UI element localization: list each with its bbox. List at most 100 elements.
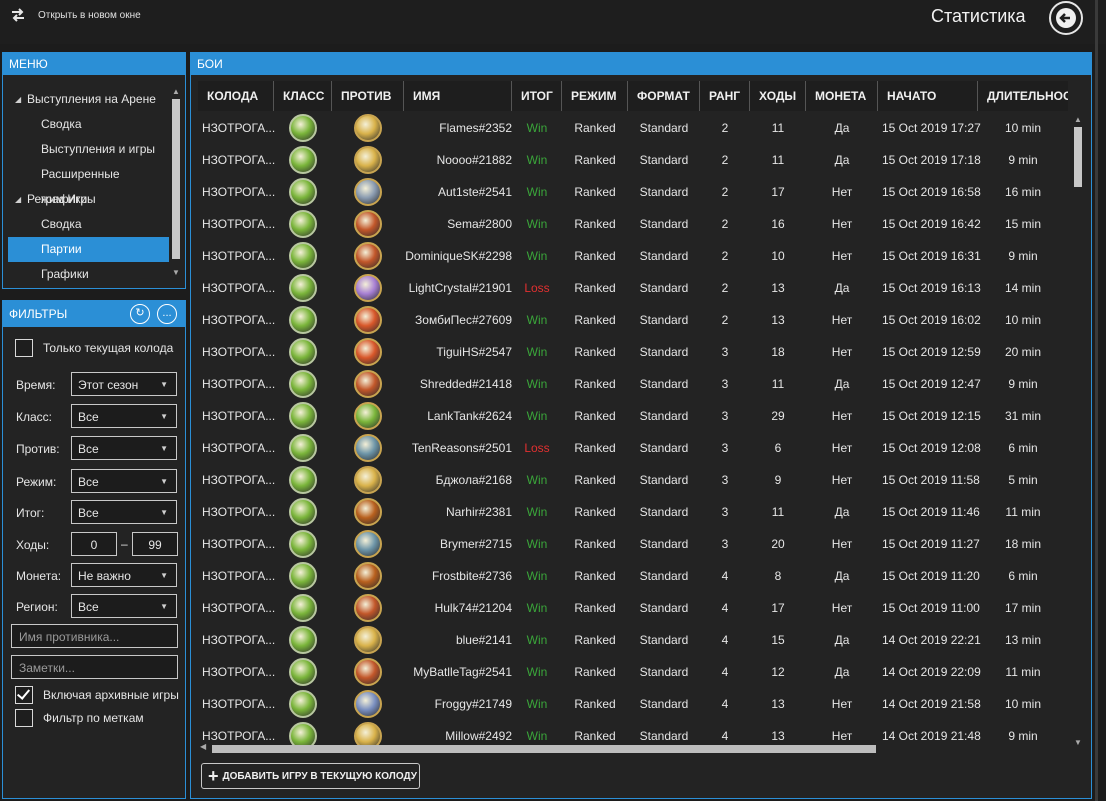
expand-triangle-icon[interactable]: ◢ [15, 87, 21, 112]
top-bar: Открыть в новом окне Статистика [0, 0, 1106, 44]
druid-class-icon [289, 562, 317, 590]
more-options-button[interactable]: ... [157, 304, 177, 324]
cell-name: Narhir#2381 [445, 505, 512, 519]
cell-started: 15 Oct 2019 17:18 [882, 153, 981, 167]
column-header[interactable]: ХОДЫ [750, 81, 806, 111]
column-header[interactable]: ПРОТИВ [332, 81, 404, 111]
swap-arrows-icon [12, 8, 24, 22]
table-vertical-scrollbar[interactable]: ▲ ▼ [1071, 115, 1085, 747]
cell-mode: Ranked [574, 153, 616, 167]
current-deck-only-checkbox[interactable]: Только текущая колода [15, 339, 173, 357]
cell-turns: 11 [771, 377, 785, 391]
checkbox-box[interactable] [15, 686, 33, 704]
menu-scrollbar[interactable]: ▲ ▼ [170, 87, 182, 277]
table-row[interactable]: НЗОТРОГА... LightCrystal#21901 Loss Ranked S… [198, 272, 1068, 304]
class-select[interactable]: Все ▼ [71, 404, 177, 428]
table-row[interactable]: НЗОТРОГА... ЗомбиПес#27609 Win Ranked Standa… [198, 304, 1068, 336]
menu-item-0[interactable]: ◢ Выступления на Арене [3, 87, 169, 112]
include-archived-checkbox[interactable]: Включая архивные игры [15, 686, 179, 704]
table-row[interactable]: НЗОТРОГА... LankTank#2624 Win Ranked Standar… [198, 400, 1068, 432]
column-header[interactable]: РЕЖИМ [562, 81, 628, 111]
column-header[interactable]: ФОРМАТ [628, 81, 700, 111]
menu-item-1[interactable]: Сводка [3, 112, 169, 137]
column-header[interactable]: ДЛИТЕЛЬНОСТ [978, 81, 1068, 111]
menu-item-3[interactable]: Расширенные графики [3, 162, 169, 206]
cell-coin: Да [834, 633, 850, 647]
menu-item-label: Сводка [41, 117, 82, 131]
scroll-left-icon[interactable]: ◀ [200, 742, 206, 751]
table-row[interactable]: НЗОТРОГА... Froggy#21749 Win Ranked Standard… [198, 688, 1068, 720]
add-game-button[interactable]: + ДОБАВИТЬ ИГРУ В ТЕКУЩУЮ КОЛОДУ [201, 763, 420, 789]
table-row[interactable]: НЗОТРОГА... Frostbite#2736 Win Ranked Standa… [198, 560, 1068, 592]
table-row[interactable]: НЗОТРОГА... blue#2141 Win Ranked Standard 4 15… [198, 624, 1068, 656]
column-header[interactable]: РАНГ [700, 81, 750, 111]
filters-panel: ФИЛЬТРЫ ↻ ... Только текущая колода Врем… [2, 300, 186, 799]
table-row[interactable]: НЗОТРОГА... Aut1ste#2541 Win Ranked Standard… [198, 176, 1068, 208]
cell-turns: 11 [771, 121, 785, 135]
table-row[interactable]: НЗОТРОГА... Shredded#21418 Win Ranked Standa… [198, 368, 1068, 400]
expand-triangle-icon[interactable]: ◢ [15, 187, 21, 212]
table-row[interactable]: НЗОТРОГА... Sema#2800 Win Ranked Standard 2 16… [198, 208, 1068, 240]
time-select[interactable]: Этот сезон ▼ [71, 372, 177, 396]
open-in-new-window-label: Открыть в новом окне [38, 9, 141, 21]
opponent-name-input[interactable]: Имя противника... [11, 624, 178, 648]
table-row[interactable]: НЗОТРОГА... DominiqueSK#2298 Win Ranked Stan… [198, 240, 1068, 272]
menu-item-7[interactable]: Графики [3, 262, 169, 287]
scroll-down-icon[interactable]: ▼ [1071, 738, 1085, 747]
table-row[interactable]: НЗОТРОГА... Flames#2352 Win Ranked Standard 2… [198, 112, 1068, 144]
coin-select[interactable]: Не важно ▼ [71, 563, 177, 587]
horizontal-scroll-thumb[interactable] [212, 745, 876, 753]
scroll-down-icon[interactable]: ▼ [170, 268, 182, 277]
table-row[interactable]: НЗОТРОГА... Brymer#2715 Win Ranked Standard 3… [198, 528, 1068, 560]
refresh-filters-button[interactable]: ↻ [130, 304, 150, 324]
menu-scroll-thumb[interactable] [172, 99, 180, 259]
column-header[interactable]: ИМЯ [404, 81, 512, 111]
opponent-select[interactable]: Все ▼ [71, 436, 177, 460]
table-horizontal-scrollbar[interactable]: ◀ [200, 742, 1066, 756]
checkbox-box[interactable] [15, 339, 33, 357]
scroll-up-icon[interactable]: ▲ [1071, 115, 1085, 124]
menu-item-6[interactable]: Партии [8, 237, 169, 262]
cell-result: Win [526, 249, 548, 263]
column-header[interactable]: ИТОГ [512, 81, 562, 111]
cell-turns: 18 [771, 345, 785, 359]
cell-duration: 13 min [1004, 633, 1042, 647]
menu-item-4[interactable]: ◢ Режим Игры [3, 187, 169, 212]
table-row[interactable]: НЗОТРОГА... TenReasons#2501 Loss Ranked Stan… [198, 432, 1068, 464]
chevron-down-icon: ▼ [160, 412, 168, 421]
cell-started: 15 Oct 2019 16:42 [882, 217, 981, 231]
cell-result: Loss [524, 281, 550, 295]
table-row[interactable]: НЗОТРОГА... Narhir#2381 Win Ranked Standard 3… [198, 496, 1068, 528]
cell-mode: Ranked [574, 249, 616, 263]
table-row[interactable]: НЗОТРОГА... MyBatlleTag#2541 Win Ranked Stan… [198, 656, 1068, 688]
shaman-class-icon [354, 690, 382, 718]
table-row[interactable]: НЗОТРОГА... Бджола#2168 Win Ranked Standard 3… [198, 464, 1068, 496]
table-row[interactable]: НЗОТРОГА... Noooo#21882 Win Ranked Standard 2… [198, 144, 1068, 176]
table-row[interactable]: НЗОТРОГА... TiguiHS#2547 Win Ranked Standard… [198, 336, 1068, 368]
column-header[interactable]: МОНЕТА [806, 81, 878, 111]
result-select[interactable]: Все ▼ [71, 500, 177, 524]
checkbox-box[interactable] [15, 709, 33, 727]
region-select[interactable]: Все ▼ [71, 594, 177, 618]
mode-select[interactable]: Все ▼ [71, 469, 177, 493]
column-header[interactable]: НАЧАТО [878, 81, 978, 111]
cell-deck: НЗОТРОГА... [202, 569, 276, 583]
cell-duration: 10 min [1004, 121, 1042, 135]
open-in-new-window-button[interactable]: Открыть в новом окне [10, 7, 141, 23]
table-row[interactable]: НЗОТРОГА... Hulk74#21204 Win Ranked Standard… [198, 592, 1068, 624]
notes-input[interactable]: Заметки... [11, 655, 178, 679]
vertical-scroll-thumb[interactable] [1074, 127, 1082, 187]
turns-to-input[interactable]: 99 [132, 532, 178, 556]
filter-by-tags-checkbox[interactable]: Фильтр по меткам [15, 709, 144, 727]
cell-duration: 15 min [1004, 217, 1042, 231]
menu-item-5[interactable]: Сводка [3, 212, 169, 237]
column-header[interactable]: КОЛОДА [198, 81, 274, 111]
turns-from-input[interactable]: 0 [71, 532, 117, 556]
cell-mode: Ranked [574, 505, 616, 519]
menu-item-2[interactable]: Выступления и игры [3, 137, 169, 162]
column-header[interactable]: КЛАСС [274, 81, 332, 111]
back-button[interactable] [1049, 1, 1083, 35]
cell-coin: Да [834, 569, 850, 583]
cell-duration: 17 min [1004, 601, 1042, 615]
scroll-up-icon[interactable]: ▲ [170, 87, 182, 96]
